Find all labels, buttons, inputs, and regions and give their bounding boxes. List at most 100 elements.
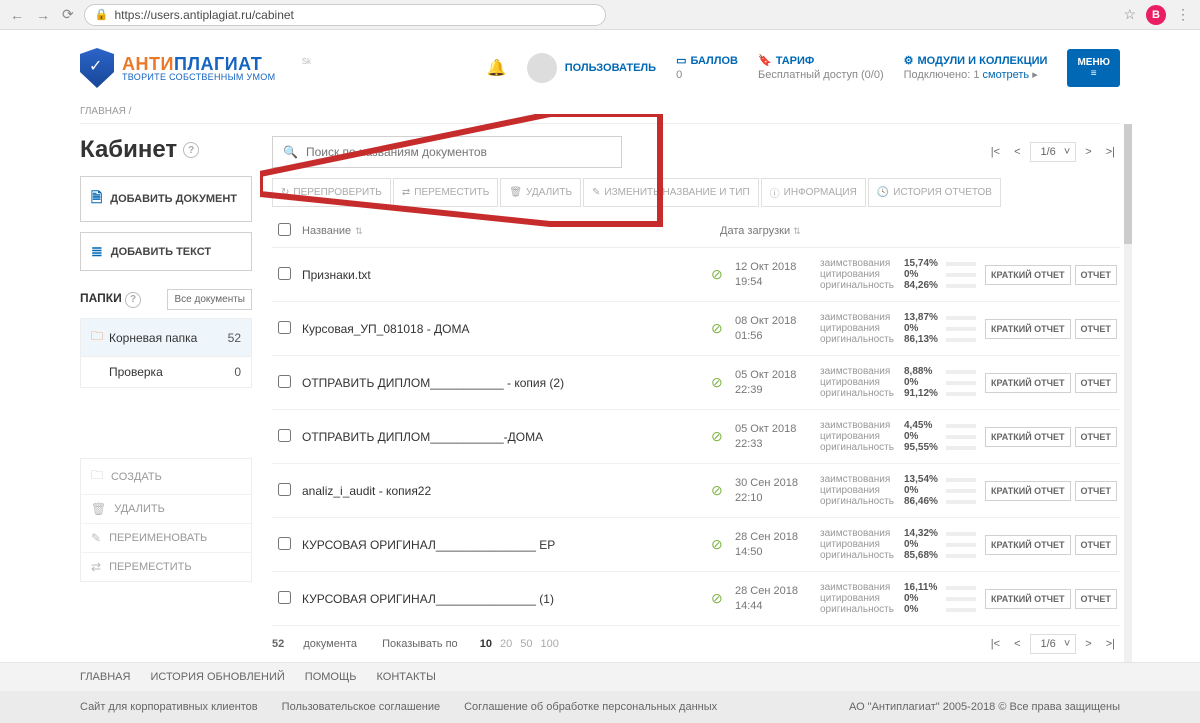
pager-next[interactable]: > (1080, 635, 1096, 653)
select-all-checkbox[interactable] (278, 223, 291, 236)
document-name[interactable]: analiz_i_audit - копия22 (302, 484, 711, 498)
pager-first[interactable]: |< (986, 635, 1005, 653)
reload-icon: ↻ (281, 187, 289, 198)
short-report-button[interactable]: КРАТКИЙ ОТЧЕТ (985, 481, 1071, 501)
browser-bar: ← → ⟳ 🔒 https://users.antiplagiat.ru/cab… (0, 0, 1200, 30)
folder-create-button[interactable]: 🗀СОЗДАТЬ (81, 459, 251, 495)
search-input-wrap[interactable]: 🔍 (272, 136, 622, 168)
folder-delete-button[interactable]: 🗑УДАЛИТЬ (81, 495, 251, 524)
short-report-button[interactable]: КРАТКИЙ ОТЧЕТ (985, 265, 1071, 285)
page-size-opt[interactable]: 20 (500, 638, 512, 650)
folder-move-button[interactable]: ⇄ПЕРЕМЕСТИТЬ (81, 553, 251, 581)
help-icon[interactable]: ? (125, 292, 141, 308)
pager-display[interactable]: 1/6 ˅ (1030, 634, 1077, 654)
footer-link[interactable]: Соглашение об обработке персональных дан… (464, 701, 717, 713)
tariff-block[interactable]: 🔖ТАРИФ Бесплатный доступ (0/0) (758, 54, 884, 83)
document-name[interactable]: ОТПРАВИТЬ ДИПЛОМ___________ - копия (2) (302, 376, 711, 390)
menu-button[interactable]: МЕНЮ≡ (1067, 49, 1120, 87)
pager-prev[interactable]: < (1009, 635, 1025, 653)
pager-first[interactable]: |< (986, 143, 1005, 161)
full-report-button[interactable]: ОТЧЕТ (1075, 265, 1117, 285)
info-icon: ⓘ (770, 185, 780, 200)
logo[interactable]: АНТИПЛАГИАТ ТВОРИТЕ СОБСТВЕННЫМ УМОМ (80, 48, 275, 88)
row-checkbox[interactable] (278, 375, 291, 388)
document-name[interactable]: ОТПРАВИТЬ ДИПЛОМ___________-ДОМА (302, 430, 711, 444)
footer-link[interactable]: КОНТАКТЫ (377, 671, 436, 683)
row-checkbox[interactable] (278, 483, 291, 496)
document-name[interactable]: Курсовая_УП_081018 - ДОМА (302, 322, 711, 336)
document-name[interactable]: КУРСОВАЯ ОРИГИНАЛ_______________ ЕР (302, 538, 711, 552)
col-name[interactable]: Название⇅ (302, 225, 696, 237)
add-text-button[interactable]: ≣ ДОБАВИТЬ ТЕКСТ (80, 232, 252, 271)
full-report-button[interactable]: ОТЧЕТ (1075, 427, 1117, 447)
modules-block[interactable]: ⚙МОДУЛИ И КОЛЛЕКЦИИ Подключено: 1 смотре… (904, 54, 1048, 83)
table-row: ОТПРАВИТЬ ДИПЛОМ___________-ДОМА ⊘ 05 Ок… (272, 410, 1120, 464)
row-checkbox[interactable] (278, 429, 291, 442)
user-block[interactable]: ПОЛЬЗОВАТЕЛЬ (527, 53, 656, 83)
table-row: analiz_i_audit - копия22 ⊘ 30 Сен 201822… (272, 464, 1120, 518)
full-report-button[interactable]: ОТЧЕТ (1075, 589, 1117, 609)
similarity-stats: заимствования13,87% цитирования0% оригин… (820, 312, 985, 345)
balance-block[interactable]: ▭БАЛЛОВ 0 (676, 54, 738, 83)
short-report-button[interactable]: КРАТКИЙ ОТЧЕТ (985, 535, 1071, 555)
tool-delete[interactable]: 🗑УДАЛИТЬ (500, 178, 581, 207)
star-icon[interactable]: ☆ (1121, 4, 1138, 25)
reload-icon[interactable]: ⟳ (60, 4, 76, 25)
tool-history[interactable]: 🕓ИСТОРИЯ ОТЧЕТОВ (868, 178, 1001, 207)
pager-prev[interactable]: < (1009, 143, 1025, 161)
sort-icon: ⇅ (793, 226, 801, 236)
tool-info[interactable]: ⓘИНФОРМАЦИЯ (761, 178, 866, 207)
bell-icon[interactable]: 🔔 (487, 58, 507, 78)
short-report-button[interactable]: КРАТКИЙ ОТЧЕТ (985, 319, 1071, 339)
page-size-opt[interactable]: 50 (520, 638, 532, 650)
pager-display[interactable]: 1/6 ˅ (1030, 142, 1077, 162)
short-report-button[interactable]: КРАТКИЙ ОТЧЕТ (985, 373, 1071, 393)
pager-next[interactable]: > (1080, 143, 1096, 161)
pager-last[interactable]: >| (1101, 143, 1120, 161)
footer-link[interactable]: Пользовательское соглашение (282, 701, 440, 713)
full-report-button[interactable]: ОТЧЕТ (1075, 373, 1117, 393)
breadcrumb[interactable]: ГЛАВНАЯ / (80, 100, 1120, 124)
tool-move[interactable]: ⇄ПЕРЕМЕСТИТЬ (393, 178, 498, 207)
document-name[interactable]: Признаки.txt (302, 268, 711, 282)
row-checkbox[interactable] (278, 591, 291, 604)
upload-date: 30 Сен 201822:10 (735, 476, 820, 505)
tool-recheck[interactable]: ↻ПЕРЕПРОВЕРИТЬ (272, 178, 391, 207)
page-title: Кабинет? (80, 136, 252, 164)
row-checkbox[interactable] (278, 537, 291, 550)
page-size-opt[interactable]: 100 (541, 638, 559, 650)
profile-avatar[interactable]: B (1146, 5, 1166, 25)
move-icon: ⇄ (402, 187, 410, 198)
help-icon[interactable]: ? (183, 142, 199, 158)
footer-link[interactable]: ПОМОЩЬ (305, 671, 357, 683)
full-report-button[interactable]: ОТЧЕТ (1075, 535, 1117, 555)
documents-list: Признаки.txt ⊘ 12 Окт 201819:54 заимство… (272, 248, 1120, 626)
search-input[interactable] (306, 145, 611, 159)
col-date[interactable]: Дата загрузки ⇅ (720, 225, 805, 237)
short-report-button[interactable]: КРАТКИЙ ОТЧЕТ (985, 427, 1071, 447)
full-report-button[interactable]: ОТЧЕТ (1075, 319, 1117, 339)
search-icon: 🔍 (283, 145, 298, 159)
scrollbar[interactable] (1124, 124, 1132, 662)
row-checkbox[interactable] (278, 267, 291, 280)
footer-link[interactable]: Сайт для корпоративных клиентов (80, 701, 258, 713)
add-document-button[interactable]: 🗎 ДОБАВИТЬ ДОКУМЕНТ (80, 176, 252, 222)
short-report-button[interactable]: КРАТКИЙ ОТЧЕТ (985, 589, 1071, 609)
document-name[interactable]: КУРСОВАЯ ОРИГИНАЛ_______________ (1) (302, 592, 711, 606)
tool-rename[interactable]: ✎ИЗМЕНИТЬ НАЗВАНИЕ И ТИП (583, 178, 759, 207)
pencil-icon: ✎ (592, 187, 600, 198)
browser-menu-icon[interactable]: ⋮ (1174, 4, 1192, 25)
full-report-button[interactable]: ОТЧЕТ (1075, 481, 1117, 501)
folder-rename-button[interactable]: ✎ПЕРЕИМЕНОВАТЬ (81, 524, 251, 553)
folder-sub[interactable]: Проверка 0 (81, 356, 251, 387)
page-size-opt[interactable]: 10 (480, 638, 492, 650)
pager-last[interactable]: >| (1101, 635, 1120, 653)
footer-link[interactable]: ИСТОРИЯ ОБНОВЛЕНИЙ (150, 671, 284, 683)
folder-root[interactable]: 🗀Корневая папка 52 (81, 319, 251, 356)
back-icon[interactable]: ← (8, 5, 26, 25)
url-bar[interactable]: 🔒 https://users.antiplagiat.ru/cabinet (84, 4, 606, 26)
footer-link[interactable]: ГЛАВНАЯ (80, 671, 130, 683)
forward-icon[interactable]: → (34, 5, 52, 25)
all-documents-button[interactable]: Все документы (167, 289, 252, 310)
row-checkbox[interactable] (278, 321, 291, 334)
